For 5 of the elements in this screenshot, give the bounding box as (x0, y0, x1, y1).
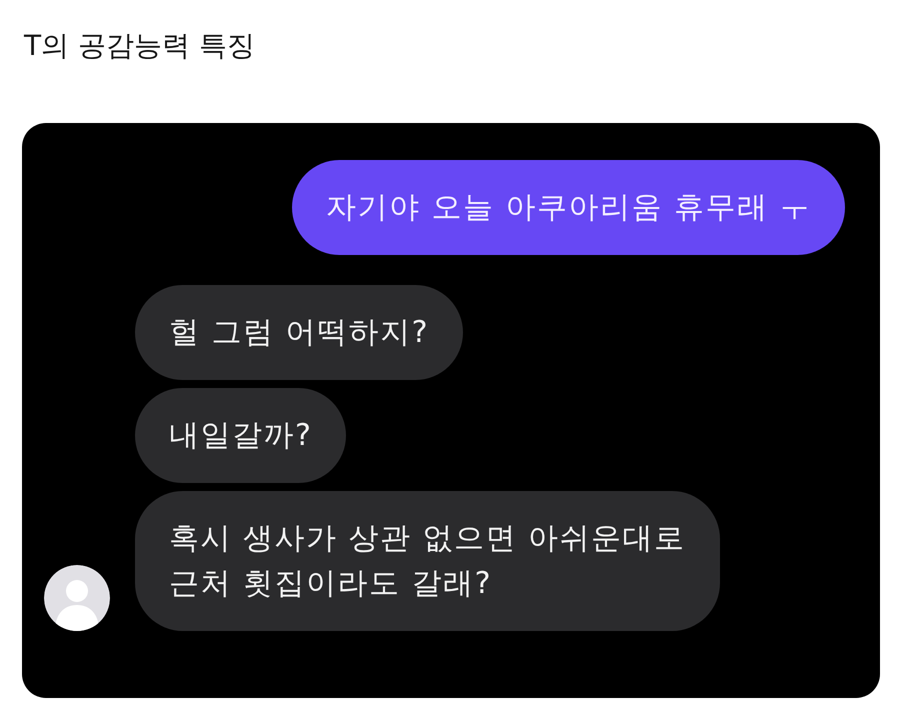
message-bubble: 혹시 생사가 상관 없으면 아쉬운대로 근처 횟집이라도 갈래? (135, 491, 720, 631)
message-bubble: 헐 그럼 어떡하지? (135, 285, 463, 380)
message-bubble: 내일갈까? (135, 388, 346, 483)
message-bubble: 자기야 오늘 아쿠아리움 휴무래 ㅜ (292, 160, 845, 255)
page-title: T의 공감능력 특징 (22, 28, 255, 64)
